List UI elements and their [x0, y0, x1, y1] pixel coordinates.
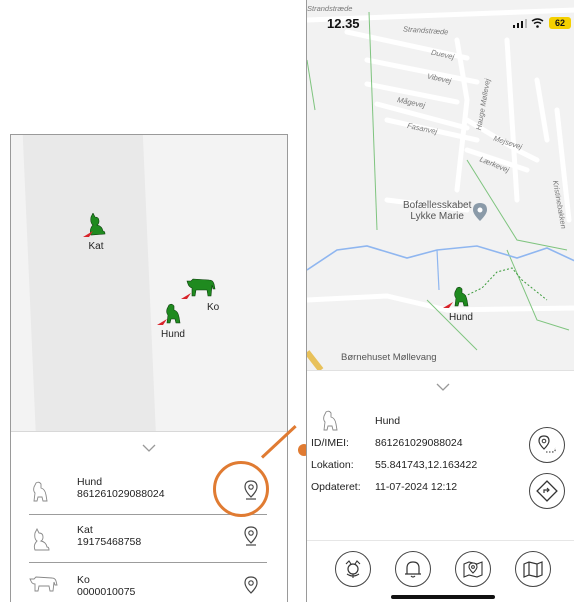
geofence-map-icon — [463, 561, 483, 578]
signal-icon — [513, 19, 527, 28]
home-indicator — [391, 595, 495, 599]
updated-label: Opdateret: — [311, 481, 361, 493]
location-pin-icon[interactable] — [243, 576, 259, 596]
directions-icon — [536, 480, 558, 502]
wifi-icon — [531, 18, 544, 28]
tab-map[interactable] — [515, 551, 551, 587]
map-road-band — [21, 135, 160, 431]
poi-label-bottom: Børnehuset Møllevang — [341, 352, 437, 363]
dog-icon — [454, 286, 469, 307]
list-item-name: Ko — [77, 574, 90, 586]
poi-label: Bofællesskabet Lykke Marie — [403, 200, 471, 222]
map-marker-hund[interactable]: Hund — [156, 303, 190, 340]
direction-pin-icon — [83, 231, 93, 237]
route-history-button[interactable] — [529, 427, 565, 463]
map-marker-label: Hund — [449, 312, 473, 323]
updated-value: 11-07-2024 12:12 — [375, 481, 458, 493]
poi-pin-icon[interactable] — [473, 203, 487, 221]
list-item-id: 861261029088024 — [77, 488, 165, 500]
list-item-name: Hund — [77, 476, 103, 488]
cow-outline-icon — [29, 576, 58, 592]
list-item-text: Hund 861261029088024 — [77, 476, 165, 500]
list-item-text: Kat 19175468758 — [77, 524, 141, 548]
map-marker-label: Kat — [88, 241, 104, 252]
street-label: Strandstræde — [307, 4, 353, 13]
dog-outline-icon — [323, 410, 338, 431]
list-item-name: Kat — [77, 524, 93, 536]
list-item-id: 0000010075 — [77, 586, 136, 598]
battery-badge: 62 — [549, 17, 571, 29]
id-value: 861261029088024 — [375, 437, 463, 449]
list-item-text: Ko 0000010075 — [77, 574, 135, 598]
map-marker-kat[interactable]: Kat — [81, 212, 111, 252]
map-marker-label: Ko — [207, 302, 220, 313]
location-pin-icon[interactable] — [243, 526, 259, 546]
right-map-view[interactable]: 12.35 62 Strandstræde Duevej Vibevej Måg… — [307, 0, 574, 370]
direction-pin-icon — [443, 302, 453, 308]
map-marker-ko[interactable]: Ko — [181, 277, 221, 313]
left-map-view[interactable]: Kat Ko Hund — [11, 135, 287, 431]
direction-pin-icon — [157, 319, 167, 325]
status-time: 12.35 — [327, 16, 360, 31]
direction-pin-icon — [181, 293, 191, 299]
animals-tab-icon — [345, 560, 361, 578]
cat-outline-icon — [33, 528, 50, 551]
poi-name-line1: Bofællesskabet — [403, 200, 472, 211]
chevron-down-icon[interactable] — [436, 383, 450, 391]
tab-animals[interactable] — [335, 551, 371, 587]
id-label: ID/IMEI: — [311, 437, 349, 449]
map-marker-hund[interactable]: Hund — [441, 286, 481, 323]
navigate-button[interactable] — [529, 473, 565, 509]
alarm-bell-icon — [405, 561, 421, 578]
location-label: Lokation: — [311, 459, 354, 471]
map-icon — [523, 561, 543, 578]
highlight-circle — [213, 461, 269, 517]
map-marker-label: Hund — [161, 329, 185, 340]
device-name: Hund — [375, 415, 401, 427]
location-value: 55.841743,12.163422 — [375, 459, 478, 471]
list-item-id: 19175468758 — [77, 536, 142, 548]
route-history-icon — [538, 435, 556, 453]
poi-name-line2: Lykke Marie — [410, 211, 464, 222]
list-item-kat[interactable]: Kat 19175468758 — [29, 524, 269, 562]
tab-geofence[interactable] — [455, 551, 491, 587]
chevron-down-icon[interactable] — [142, 444, 156, 452]
right-phone-screen: 12.35 62 Strandstræde Duevej Vibevej Måg… — [306, 0, 574, 602]
dog-outline-icon — [33, 481, 48, 502]
left-phone-screen: Kat Ko Hund Hund 861261029088024 Kat 191… — [10, 134, 288, 602]
list-divider — [29, 562, 267, 563]
bottom-tab-bar — [307, 540, 574, 602]
list-item-ko[interactable]: Ko 0000010075 — [29, 574, 269, 602]
device-detail-sheet: Hund ID/IMEI: 861261029088024 Lokation: … — [307, 370, 574, 540]
tab-alarms[interactable] — [395, 551, 431, 587]
